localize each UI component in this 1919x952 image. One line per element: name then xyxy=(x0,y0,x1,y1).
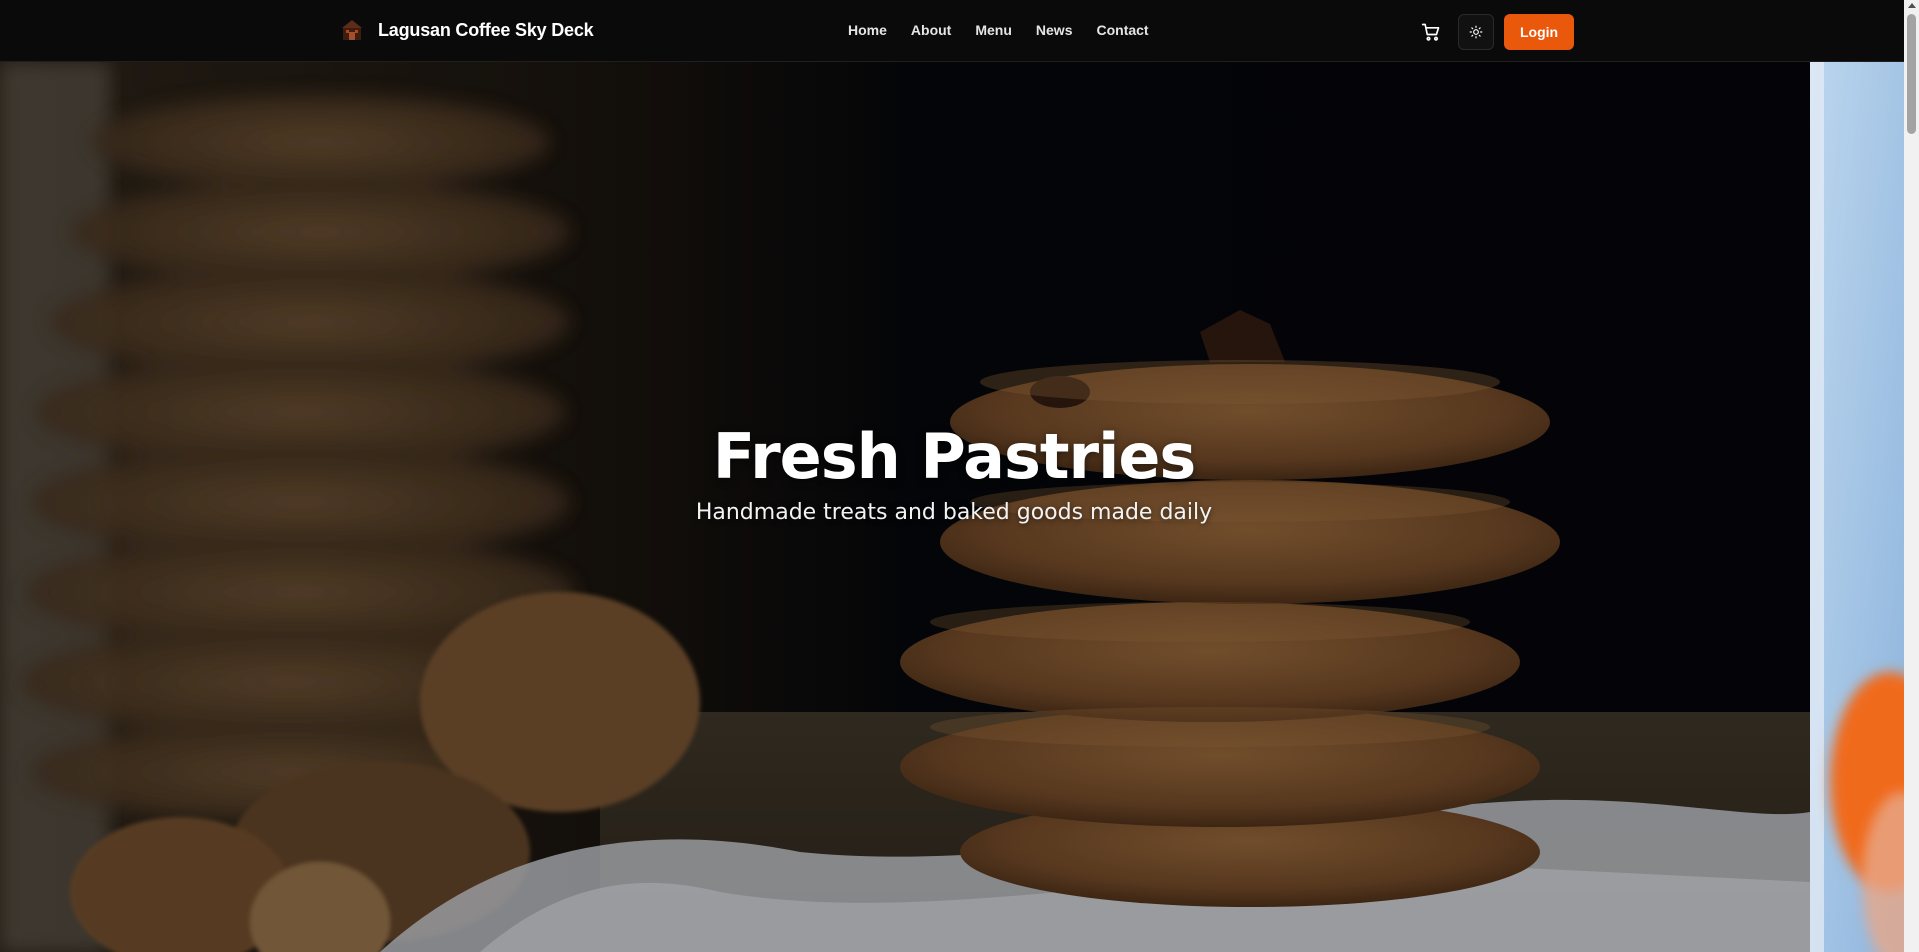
hero-subtitle: Handmade treats and baked goods made dai… xyxy=(695,500,1213,525)
nav-menu[interactable]: Menu xyxy=(975,22,1012,38)
brand-name: Lagusan Coffee Sky Deck xyxy=(378,19,594,40)
top-navbar: Lagusan Coffee Sky Deck Home About Menu … xyxy=(0,0,1904,62)
header-actions: Login xyxy=(1414,14,1575,50)
login-button[interactable]: Login xyxy=(1504,14,1575,50)
hero-title: Fresh Pastries xyxy=(712,420,1197,493)
next-slide-image xyxy=(1810,62,1904,952)
scroll-up-arrow-icon[interactable] xyxy=(1908,3,1916,8)
cart-button[interactable] xyxy=(1414,15,1448,49)
theme-toggle-button[interactable] xyxy=(1458,14,1494,50)
main-nav: Home About Menu News Contact xyxy=(848,22,1149,38)
nav-home[interactable]: Home xyxy=(848,22,887,38)
next-slide-peek[interactable] xyxy=(1810,62,1904,952)
page-scrollbar[interactable] xyxy=(1904,0,1919,952)
sun-icon xyxy=(1469,25,1483,39)
cart-icon xyxy=(1421,23,1440,41)
brand[interactable]: Lagusan Coffee Sky Deck xyxy=(340,18,594,42)
coffee-shop-logo-icon xyxy=(342,20,362,40)
nav-about[interactable]: About xyxy=(911,22,951,38)
nav-news[interactable]: News xyxy=(1036,22,1073,38)
scrollbar-thumb[interactable] xyxy=(1907,14,1916,134)
nav-contact[interactable]: Contact xyxy=(1096,22,1148,38)
